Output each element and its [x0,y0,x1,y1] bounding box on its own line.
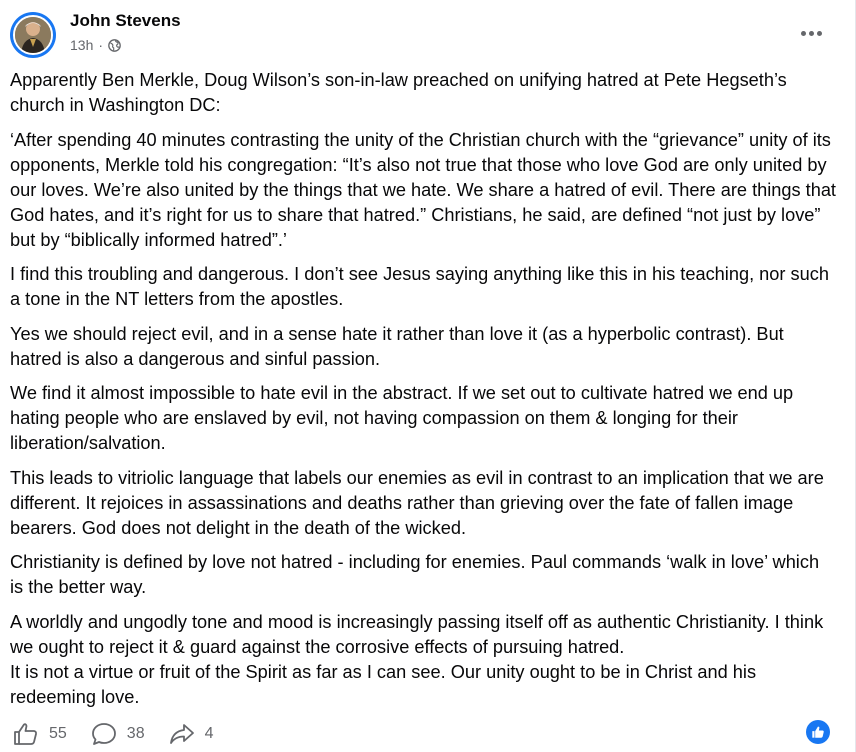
more-options-icon[interactable] [798,20,824,46]
meta-separator: · [98,37,104,53]
comment-icon [91,722,117,746]
post-paragraph: Yes we should reject evil, and in a sens… [10,323,784,369]
share-count: 4 [204,725,214,742]
post-paragraph: Apparently Ben Merkle, Doug Wilson’s son… [10,70,787,115]
like-reaction-badge[interactable] [806,720,830,744]
post-paragraph: Christianity is defined by love not hatr… [10,552,820,597]
post-meta: 13h · [70,37,121,53]
post-paragraph: ‘After spending 40 minutes contrasting t… [10,129,836,250]
share-icon [169,722,195,746]
post-paragraph-final: A worldly and ungodly tone and mood is i… [10,610,836,710]
avatar-photo [13,15,53,55]
post-paragraph: I find this troubling and dangerous. I d… [10,264,829,309]
post-card: John Stevens 13h · Apparently Ben Merkle… [0,0,856,752]
post-line: It is not a virtue or fruit of the Spiri… [10,661,757,707]
comment-count: 38 [126,725,145,742]
comment-button[interactable]: 38 [91,722,145,746]
post-line: A worldly and ungodly tone and mood is i… [10,611,824,657]
like-count: 55 [49,725,67,742]
post-body: Apparently Ben Merkle, Doug Wilson’s son… [10,68,836,710]
author-name[interactable]: John Stevens [70,11,181,31]
post-paragraph: This leads to vitriolic language that la… [10,467,824,538]
avatar[interactable] [10,12,56,58]
share-button[interactable]: 4 [169,722,214,746]
action-bar: 55 38 4 [13,720,238,748]
thumbs-up-icon [812,726,824,738]
post-paragraph: We find it almost impossible to hate evi… [10,383,794,453]
like-button[interactable]: 55 [13,722,67,746]
thumbs-up-icon [13,722,39,746]
post-timestamp[interactable]: 13h [70,37,93,53]
globe-icon[interactable] [108,38,121,52]
